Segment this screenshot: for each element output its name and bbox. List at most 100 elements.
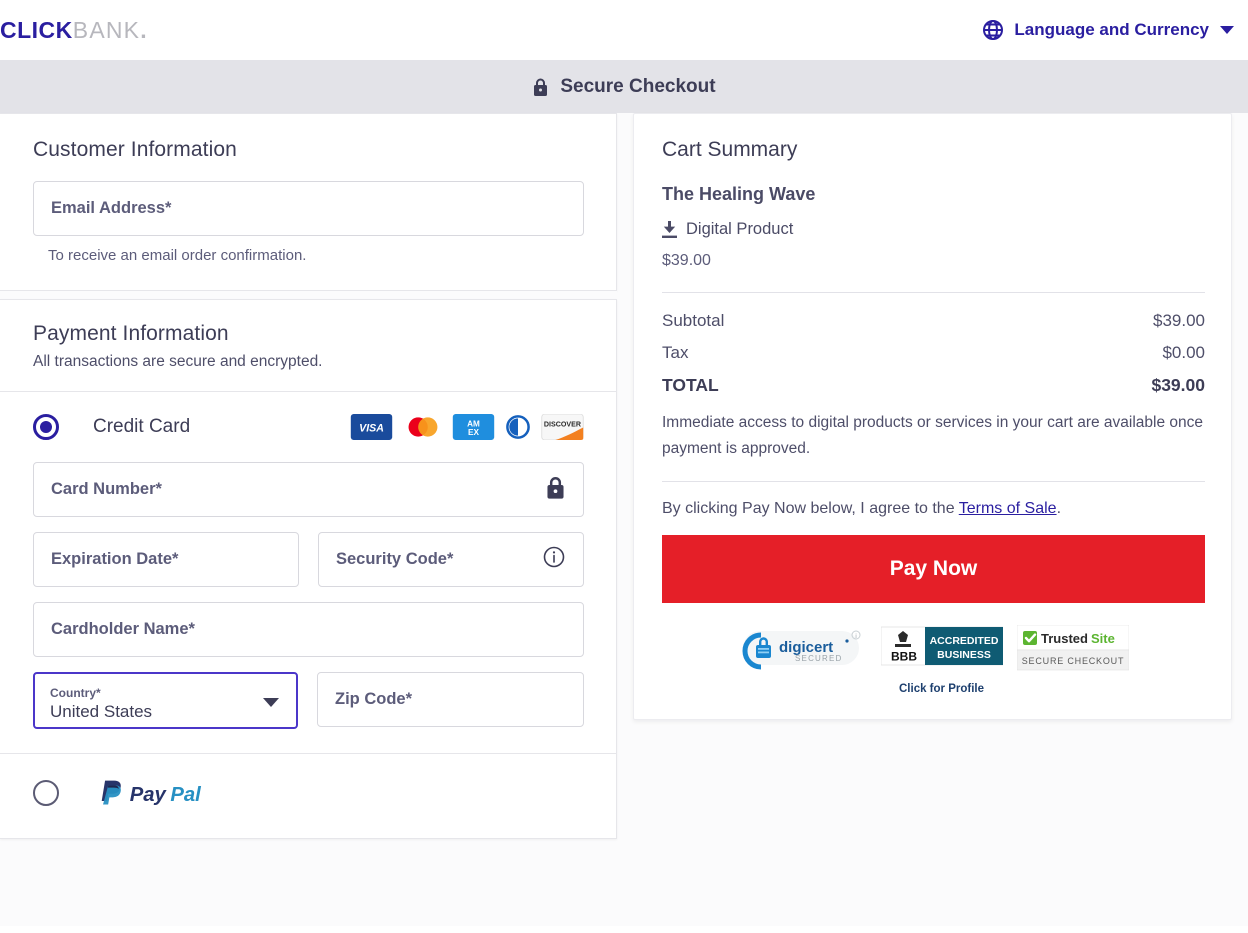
globe-icon [981,18,1005,42]
paypal-radio[interactable] [33,780,59,806]
terms-of-sale-link[interactable]: Terms of Sale [959,500,1057,517]
language-currency-label: Language and Currency [1014,20,1209,39]
caret-down-icon [263,697,279,707]
page-header: CLICK BANK. Language and Currency [0,0,1248,60]
zip-code-placeholder: Zip Code* [335,690,412,708]
mastercard-logo [401,414,444,440]
checkout-main: Customer Information Email Address* To r… [0,113,1248,926]
terms-prefix: By clicking Pay Now below, I agree to th… [662,500,959,518]
credit-card-method-row[interactable]: Credit Card VISA AM EX DISCOVER [33,414,584,440]
trust-badges: digicert SECURED i BBB ACCREDITED BUSINE… [662,624,1205,696]
cart-note: Immediate access to digital products or … [662,414,1204,457]
bbb-badge[interactable]: BBB ACCREDITED BUSINESS Click for Profil… [880,625,1003,696]
card-number-placeholder: Card Number* [51,480,162,498]
payment-header: Payment Information All transactions are… [0,300,616,392]
lock-icon [532,77,549,97]
product-price: $39.00 [662,252,711,269]
svg-text:SECURE CHECKOUT: SECURE CHECKOUT [1021,656,1124,666]
cardholder-name-placeholder: Cardholder Name* [51,620,195,638]
logo-dot: . [140,16,148,43]
svg-text:Pay: Pay [130,784,168,806]
terms-divider [662,481,1205,483]
secure-checkout-bar: Secure Checkout [0,60,1248,113]
svg-text:EX: EX [468,428,479,437]
paypal-method-row[interactable]: Pay Pal [0,753,616,838]
download-icon [662,221,677,238]
cardholder-name-field[interactable]: Cardholder Name* [33,602,584,657]
payment-body: Credit Card VISA AM EX DISCOVER Card Num… [0,392,616,753]
country-select[interactable]: Country* United States [33,672,298,729]
cart-summary-panel: Cart Summary The Healing Wave Digital Pr… [633,113,1232,721]
product-type: Digital Product [662,220,1205,239]
svg-text:BBB: BBB [891,650,917,664]
svg-text:SECURED: SECURED [795,654,843,663]
expiration-date-field[interactable]: Expiration Date* [33,532,299,587]
svg-text:VISA: VISA [359,422,384,434]
svg-text:Pal: Pal [170,784,201,806]
customer-information-title: Customer Information [33,138,237,161]
logo-click-text: CLICK [0,16,73,43]
email-placeholder: Email Address* [51,199,172,217]
email-helper-text: To receive an email order confirmation. [48,247,307,264]
amex-logo: AM EX [452,414,495,440]
paypal-logo: Pay Pal [59,778,230,808]
cart-divider [662,292,1205,293]
clickbank-logo: CLICK BANK. [0,17,147,44]
payment-subtitle: All transactions are secure and encrypte… [33,353,323,370]
country-label: Country* [50,685,101,700]
email-field[interactable]: Email Address* [33,181,584,236]
customer-information-panel: Customer Information Email Address* To r… [0,113,617,291]
total-value: $39.00 [1151,375,1205,395]
diners-club-logo [503,414,533,440]
trustedsite-badge[interactable]: Trusted Site SECURE CHECKOUT [1016,624,1129,676]
subtotal-label: Subtotal [662,311,725,330]
expiration-date-placeholder: Expiration Date* [51,550,179,568]
cart-column: Cart Summary The Healing Wave Digital Pr… [617,113,1248,721]
svg-text:Site: Site [1091,631,1115,646]
cart-summary-title: Cart Summary [662,138,798,161]
info-icon[interactable] [542,545,566,574]
logo-bank-text: BANK [72,16,141,43]
lock-icon [545,475,566,505]
payment-information-title: Payment Information [33,322,229,345]
expiry-security-row: Expiration Date* Security Code* [33,532,584,587]
total-label: TOTAL [662,375,719,395]
svg-text:ACCREDITED: ACCREDITED [929,635,998,647]
secure-checkout-label: Secure Checkout [560,75,716,97]
digicert-badge[interactable]: digicert SECURED i [739,625,867,676]
security-code-field[interactable]: Security Code* [318,532,584,587]
chevron-down-icon [1220,26,1234,34]
panel-gap [0,291,617,299]
product-type-label: Digital Product [686,220,794,238]
card-number-field[interactable]: Card Number* [33,462,584,517]
pay-now-button[interactable]: Pay Now [662,535,1205,604]
svg-text:Trusted: Trusted [1041,631,1088,646]
security-code-placeholder: Security Code* [336,550,454,568]
tax-label: Tax [662,343,689,362]
zip-code-field[interactable]: Zip Code* [317,672,584,727]
country-value: United States [50,702,153,722]
visa-logo: VISA [350,414,393,440]
credit-card-radio[interactable] [33,414,59,440]
language-currency-selector[interactable]: Language and Currency [981,18,1234,42]
product-name: The Healing Wave [662,184,816,204]
discover-logo: DISCOVER [541,414,584,440]
checkout-form-column: Customer Information Email Address* To r… [0,113,617,839]
tax-value: $0.00 [1162,343,1205,362]
tax-line: Tax $0.00 [662,343,1205,363]
terms-text: By clicking Pay Now below, I agree to th… [662,500,1205,518]
credit-card-label: Credit Card [93,416,191,437]
card-brand-logos: VISA AM EX DISCOVER [350,414,584,440]
subtotal-value: $39.00 [1153,311,1205,330]
cardholder-row: Cardholder Name* [33,602,584,657]
payment-information-panel: Payment Information All transactions are… [0,299,617,839]
bbb-caption: Click for Profile [899,683,984,696]
total-line: TOTAL $39.00 [662,375,1205,396]
country-zip-row: Country* United States Zip Code* [33,672,584,729]
svg-text:BUSINESS: BUSINESS [937,649,991,661]
svg-text:i: i [855,634,856,640]
svg-text:DISCOVER: DISCOVER [544,421,581,429]
subtotal-line: Subtotal $39.00 [662,311,1205,331]
terms-suffix: . [1056,500,1062,518]
svg-text:AM: AM [467,420,480,429]
